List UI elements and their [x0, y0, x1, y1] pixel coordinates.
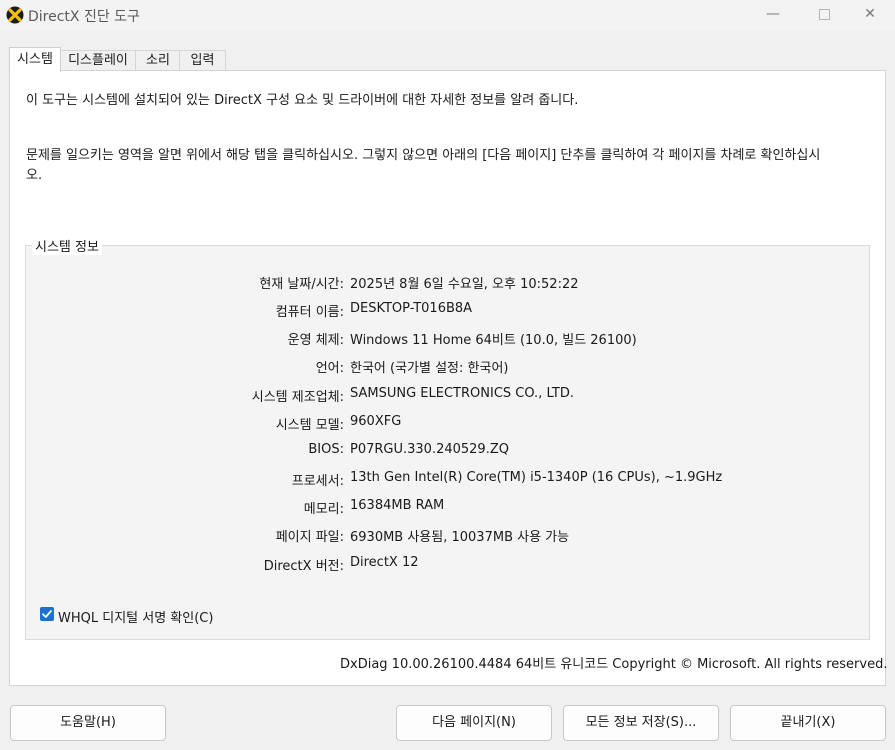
system-info-title: 시스템 정보	[32, 236, 102, 255]
info-value: DESKTOP-T016B8A	[350, 301, 473, 316]
maximize-icon	[818, 9, 830, 20]
directx-app-icon	[6, 6, 24, 24]
version-copyright: DxDiag 10.00.26100.4484 64비트 유니코드 Copyri…	[340, 657, 888, 672]
save-all-info-button[interactable]: 모든 정보 저장(S)...	[563, 705, 719, 741]
info-row-os: 운영 체제: Windows 11 Home 64비트 (10.0, 빌드 26…	[26, 329, 871, 351]
info-value: Windows 11 Home 64비트 (10.0, 빌드 26100)	[350, 333, 637, 348]
info-label: 운영 체제:	[287, 333, 344, 348]
info-row-directx-version: DirectX 버전: DirectX 12	[26, 555, 871, 577]
title-bar: DirectX 진단 도구 — ✕	[0, 0, 895, 30]
info-value: DirectX 12	[350, 555, 419, 570]
info-value: 960XFG	[350, 414, 402, 429]
info-row-language: 언어: 한국어 (국가별 설정: 한국어)	[26, 357, 871, 379]
system-tab-panel: 이 도구는 시스템에 설치되어 있는 DirectX 구성 요소 및 드라이버에…	[9, 70, 888, 686]
system-info-group: 시스템 정보 현재 날짜/시간: 2025년 8월 6일 수요일, 오후 10:…	[25, 236, 871, 640]
info-value: 6930MB 사용됨, 10037MB 사용 가능	[350, 530, 570, 545]
tab-sound[interactable]: 소리	[135, 50, 181, 72]
info-value: P07RGU.330.240529.ZQ	[350, 442, 509, 457]
info-label: 시스템 제조업체:	[251, 390, 344, 405]
minimize-icon: —	[766, 6, 780, 22]
info-value: 13th Gen Intel(R) Core(TM) i5-1340P (16 …	[350, 470, 723, 485]
info-row-memory: 메모리: 16384MB RAM	[26, 498, 871, 520]
tab-display[interactable]: 디스플레이	[59, 50, 137, 72]
info-label: 페이지 파일:	[275, 530, 344, 545]
info-row-computer-name: 컴퓨터 이름: DESKTOP-T016B8A	[26, 301, 871, 323]
close-button[interactable]: ✕	[847, 0, 893, 30]
info-row-processor: 프로세서: 13th Gen Intel(R) Core(TM) i5-1340…	[26, 470, 871, 492]
info-label: 시스템 모델:	[275, 418, 344, 433]
info-row-model: 시스템 모델: 960XFG	[26, 414, 871, 436]
tab-input[interactable]: 입력	[179, 50, 226, 72]
info-label: 현재 날짜/시간:	[259, 277, 344, 292]
exit-button[interactable]: 끝내기(X)	[730, 705, 886, 741]
info-row-bios: BIOS: P07RGU.330.240529.ZQ	[26, 442, 871, 464]
window-title: DirectX 진단 도구	[28, 9, 140, 25]
tab-system[interactable]: 시스템	[9, 47, 61, 72]
info-value: 한국어 (국가별 설정: 한국어)	[350, 361, 509, 376]
close-icon: ✕	[864, 6, 876, 22]
info-row-manufacturer: 시스템 제조업체: SAMSUNG ELECTRONICS CO., LTD.	[26, 386, 871, 408]
info-label: 메모리:	[303, 502, 344, 517]
whql-label[interactable]: WHQL 디지털 서명 확인(C)	[58, 607, 213, 626]
info-label: BIOS:	[308, 442, 344, 457]
info-label: 언어:	[315, 361, 344, 376]
next-page-button[interactable]: 다음 페이지(N)	[396, 705, 552, 741]
info-label: 컴퓨터 이름:	[275, 305, 344, 320]
minimize-button[interactable]: —	[750, 0, 796, 30]
info-row-datetime: 현재 날짜/시간: 2025년 8월 6일 수요일, 오후 10:52:22	[26, 273, 871, 295]
info-label: 프로세서:	[291, 474, 344, 489]
checkmark-icon	[42, 610, 52, 618]
info-value: SAMSUNG ELECTRONICS CO., LTD.	[350, 386, 574, 401]
instruction-text: 문제를 일으키는 영역을 알면 위에서 해당 탭을 클릭하십시오. 그렇지 않으…	[26, 148, 821, 183]
info-label: DirectX 버전:	[263, 559, 344, 574]
info-value: 16384MB RAM	[350, 498, 445, 513]
intro-text: 이 도구는 시스템에 설치되어 있는 DirectX 구성 요소 및 드라이버에…	[26, 93, 579, 108]
info-value: 2025년 8월 6일 수요일, 오후 10:52:22	[350, 277, 579, 292]
help-button[interactable]: 도움말(H)	[10, 705, 166, 741]
info-row-page-file: 페이지 파일: 6930MB 사용됨, 10037MB 사용 가능	[26, 526, 871, 548]
whql-checkbox[interactable]	[40, 607, 54, 621]
maximize-button[interactable]	[801, 0, 847, 30]
